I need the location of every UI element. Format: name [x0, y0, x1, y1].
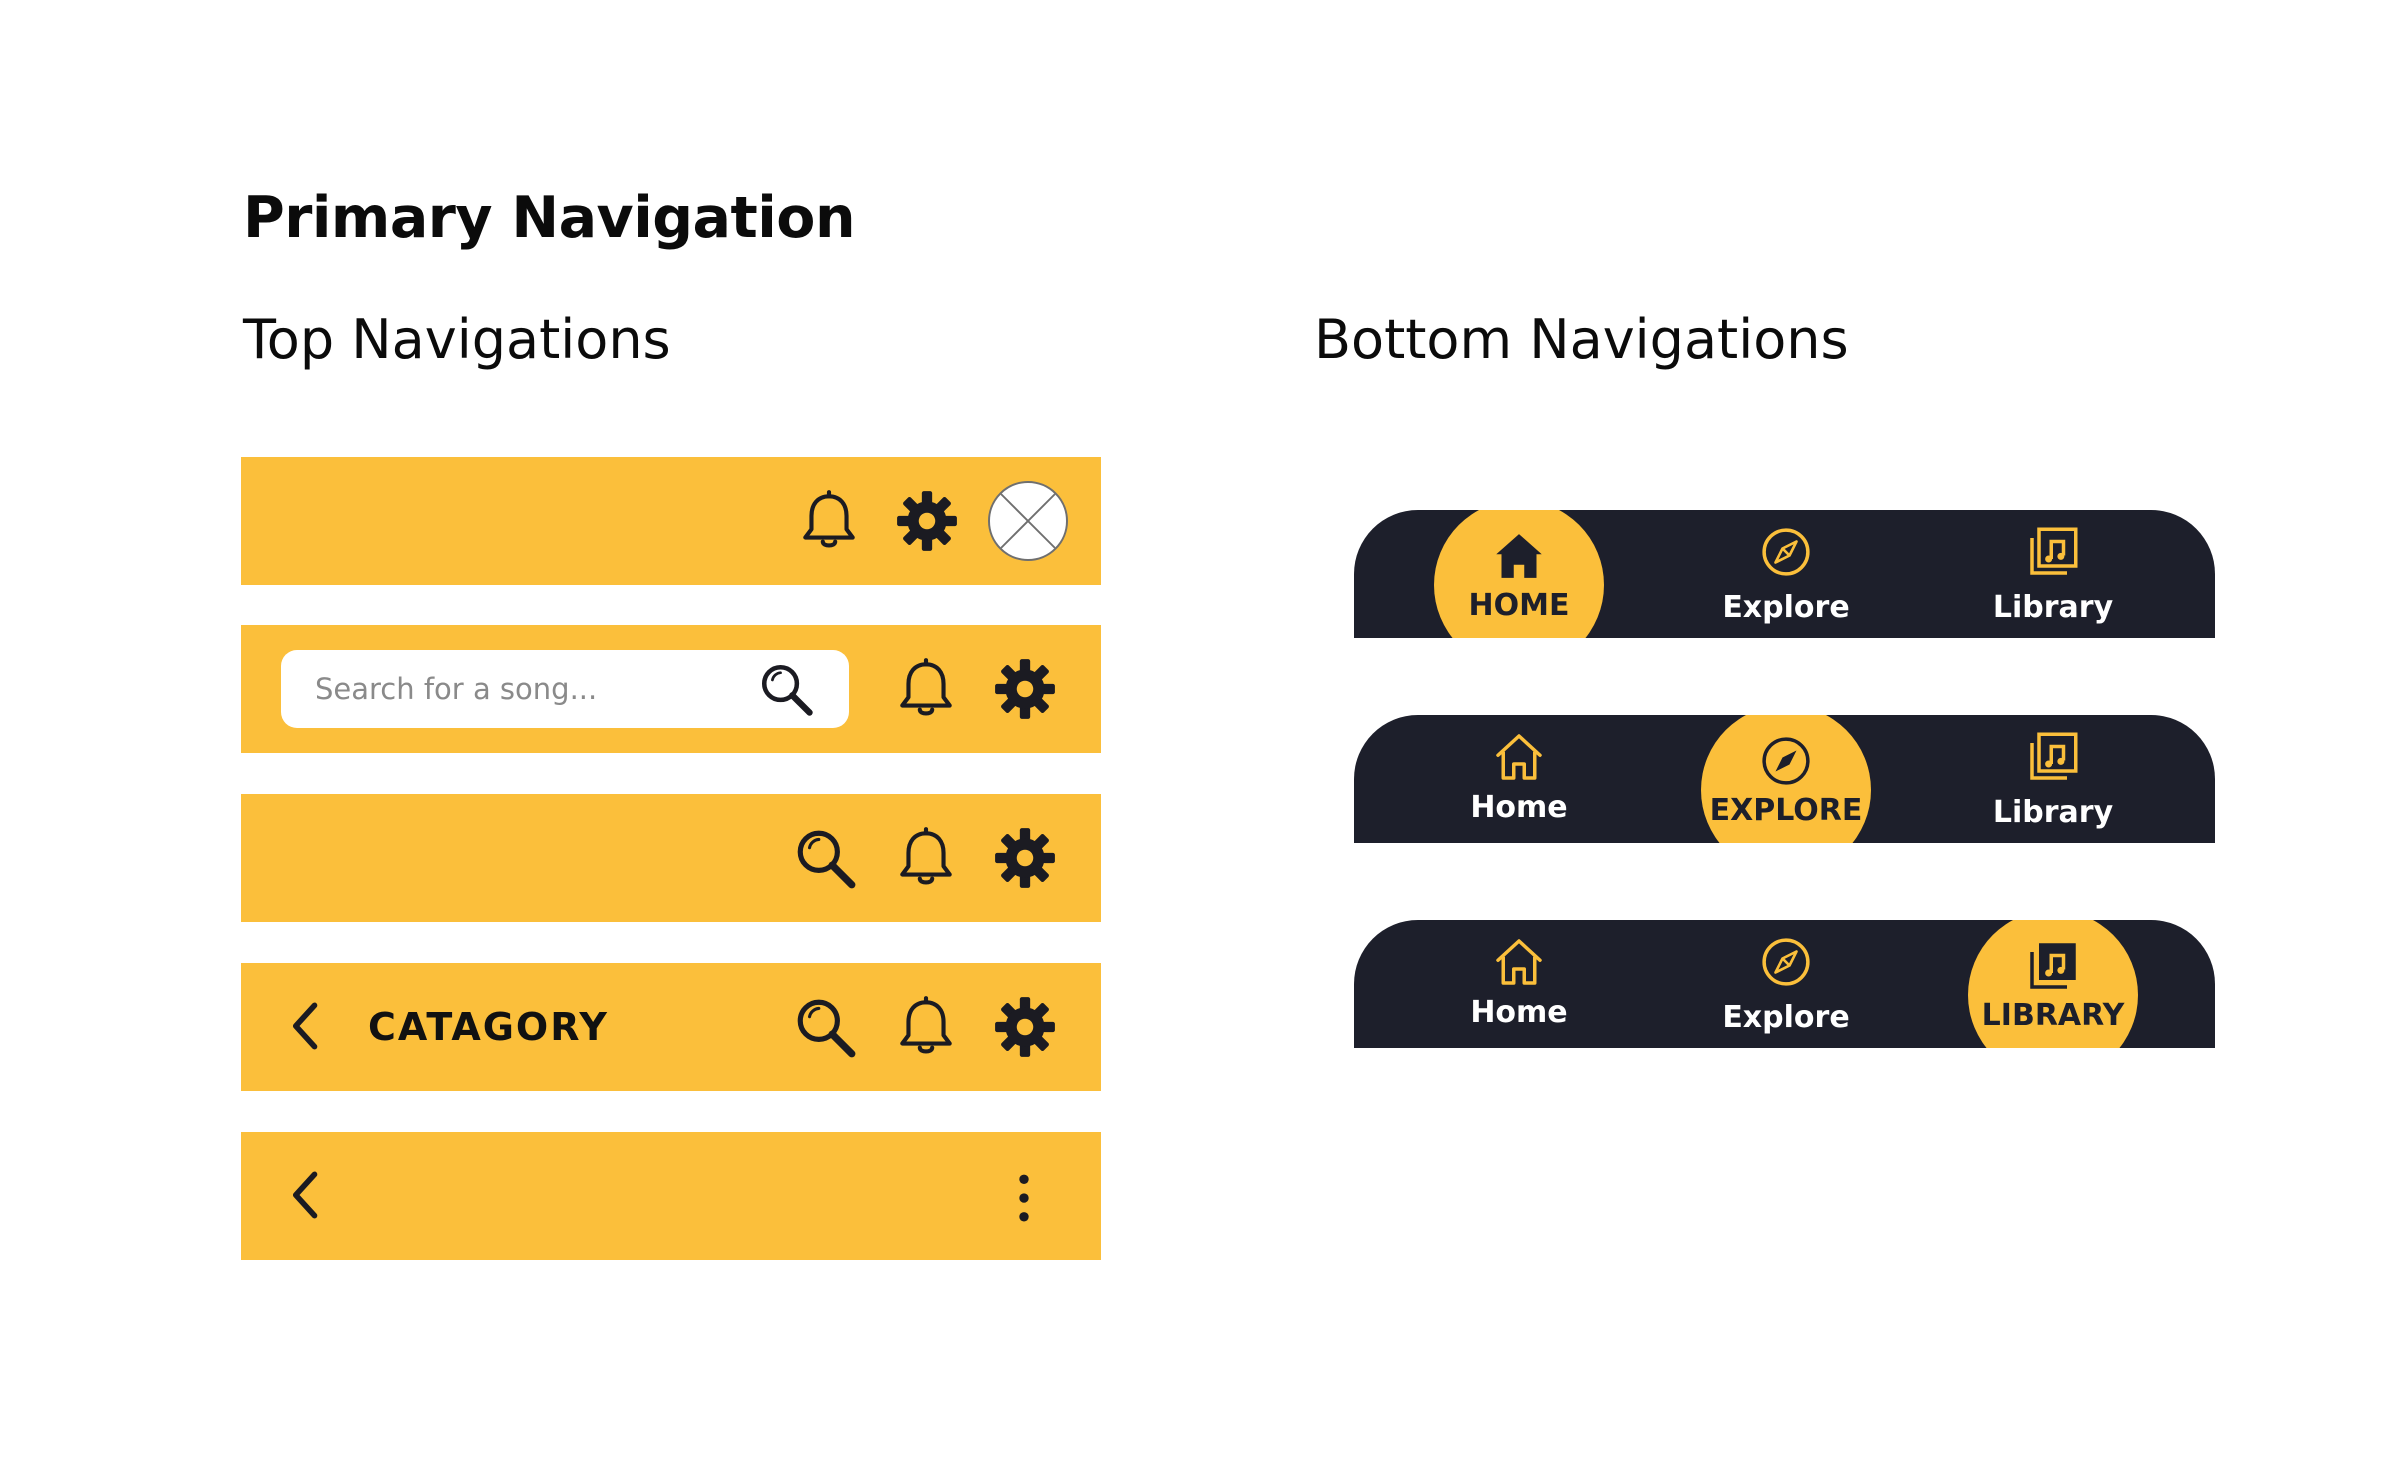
- library-icon: [2025, 729, 2081, 785]
- avatar-placeholder-icon: [998, 491, 1058, 551]
- library-icon: [2025, 524, 2081, 580]
- avatar[interactable]: [988, 481, 1068, 561]
- tab-explore-label: EXPLORE: [1709, 793, 1863, 828]
- chevron-left-icon[interactable]: [277, 1165, 337, 1225]
- gear-icon[interactable]: [992, 994, 1058, 1060]
- compass-icon: [1758, 524, 1814, 580]
- tab-library-label: Library: [1992, 795, 2114, 830]
- home-icon: [1491, 729, 1547, 785]
- tab-library-label: Library: [1992, 590, 2114, 625]
- gear-icon[interactable]: [992, 825, 1058, 891]
- search-input[interactable]: [315, 662, 755, 716]
- page-title: Primary Navigation: [243, 185, 856, 251]
- tab-library[interactable]: Library: [1968, 715, 2138, 843]
- top-nav-bar-4: CATAGORY: [241, 963, 1101, 1091]
- tab-home[interactable]: Home: [1434, 715, 1604, 843]
- bell-icon[interactable]: [893, 994, 959, 1060]
- bell-icon[interactable]: [796, 488, 862, 554]
- tab-home[interactable]: HOME: [1434, 510, 1604, 638]
- search-box[interactable]: [281, 650, 849, 728]
- top-nav-bar-3: [241, 794, 1101, 922]
- tab-library[interactable]: Library: [1968, 510, 2138, 638]
- compass-icon: [1758, 934, 1814, 990]
- bell-icon[interactable]: [893, 656, 959, 722]
- tab-library[interactable]: LIBRARY: [1968, 920, 2138, 1048]
- tab-explore[interactable]: Explore: [1701, 510, 1871, 638]
- tab-home[interactable]: Home: [1434, 920, 1604, 1048]
- gear-icon[interactable]: [992, 656, 1058, 722]
- bottom-nav-bar-1: HOME Explore Library: [1354, 510, 2215, 638]
- tab-explore[interactable]: EXPLORE: [1701, 715, 1871, 843]
- library-icon: [2025, 938, 2081, 994]
- tab-explore-label: Explore: [1722, 590, 1850, 625]
- top-nav-bar-1: [241, 457, 1101, 585]
- top-nav-bar-5: [241, 1132, 1101, 1260]
- home-icon: [1491, 934, 1547, 990]
- tab-library-label: LIBRARY: [1981, 998, 2125, 1033]
- top-nav-bar-2: [241, 625, 1101, 753]
- tab-home-label: Home: [1470, 790, 1568, 825]
- bell-icon[interactable]: [893, 825, 959, 891]
- tab-home-label: Home: [1470, 995, 1568, 1030]
- home-icon: [1491, 528, 1547, 584]
- top-navigations-heading: Top Navigations: [243, 308, 671, 371]
- category-title: CATAGORY: [368, 1005, 609, 1049]
- search-icon[interactable]: [792, 825, 858, 891]
- bottom-nav-bar-2: Home EXPLORE Library: [1354, 715, 2215, 843]
- tab-explore[interactable]: Explore: [1701, 920, 1871, 1048]
- gear-icon[interactable]: [894, 488, 960, 554]
- compass-icon: [1758, 733, 1814, 789]
- more-vertical-icon[interactable]: [994, 1168, 1054, 1228]
- bottom-nav-bar-3: Home Explore LIBRARY: [1354, 920, 2215, 1048]
- tab-home-label: HOME: [1468, 588, 1570, 623]
- chevron-left-icon[interactable]: [277, 996, 337, 1056]
- search-icon[interactable]: [792, 994, 858, 1060]
- search-icon[interactable]: [757, 660, 815, 718]
- tab-explore-label: Explore: [1722, 1000, 1850, 1035]
- bottom-navigations-heading: Bottom Navigations: [1314, 308, 1849, 371]
